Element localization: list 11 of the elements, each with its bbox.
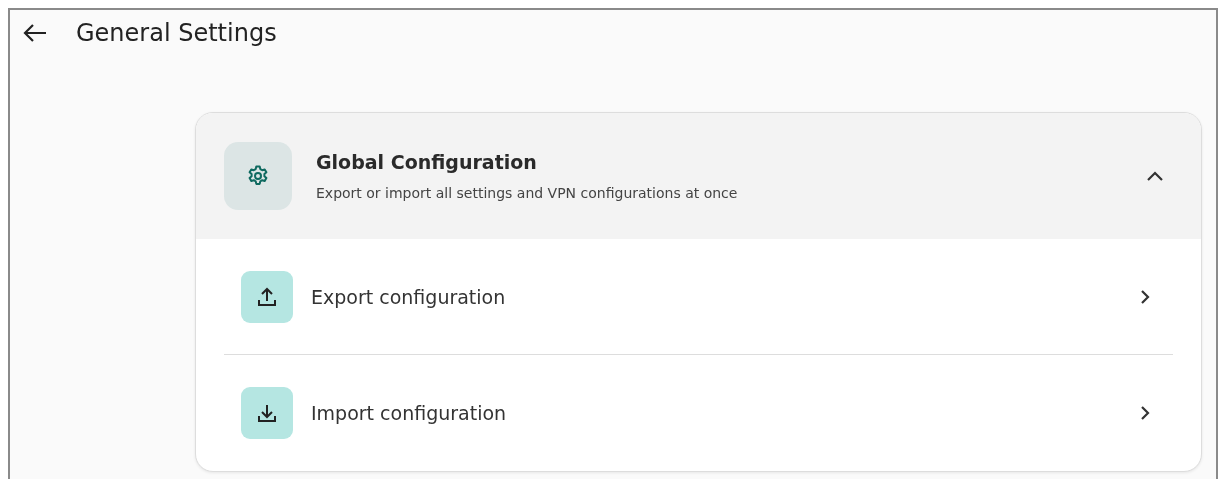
chevron-up-icon bbox=[1145, 169, 1165, 183]
section-subtitle: Export or import all settings and VPN configurations at once bbox=[316, 185, 739, 201]
section-title: Global Configuration bbox=[316, 151, 538, 173]
section-header[interactable]: Global Configuration Export or import all settings and VPN configurations at once bbox=[196, 113, 1201, 239]
menu-item[interactable]: Import configuration bbox=[196, 355, 1201, 470]
back-arrow-icon bbox=[22, 23, 48, 43]
menu-item[interactable]: Export configuration bbox=[196, 239, 1201, 354]
chevron-right-icon bbox=[1139, 287, 1151, 306]
chevron-right-icon bbox=[1139, 403, 1151, 422]
gear-icon bbox=[246, 164, 270, 188]
page-title: General Settings bbox=[76, 19, 277, 47]
